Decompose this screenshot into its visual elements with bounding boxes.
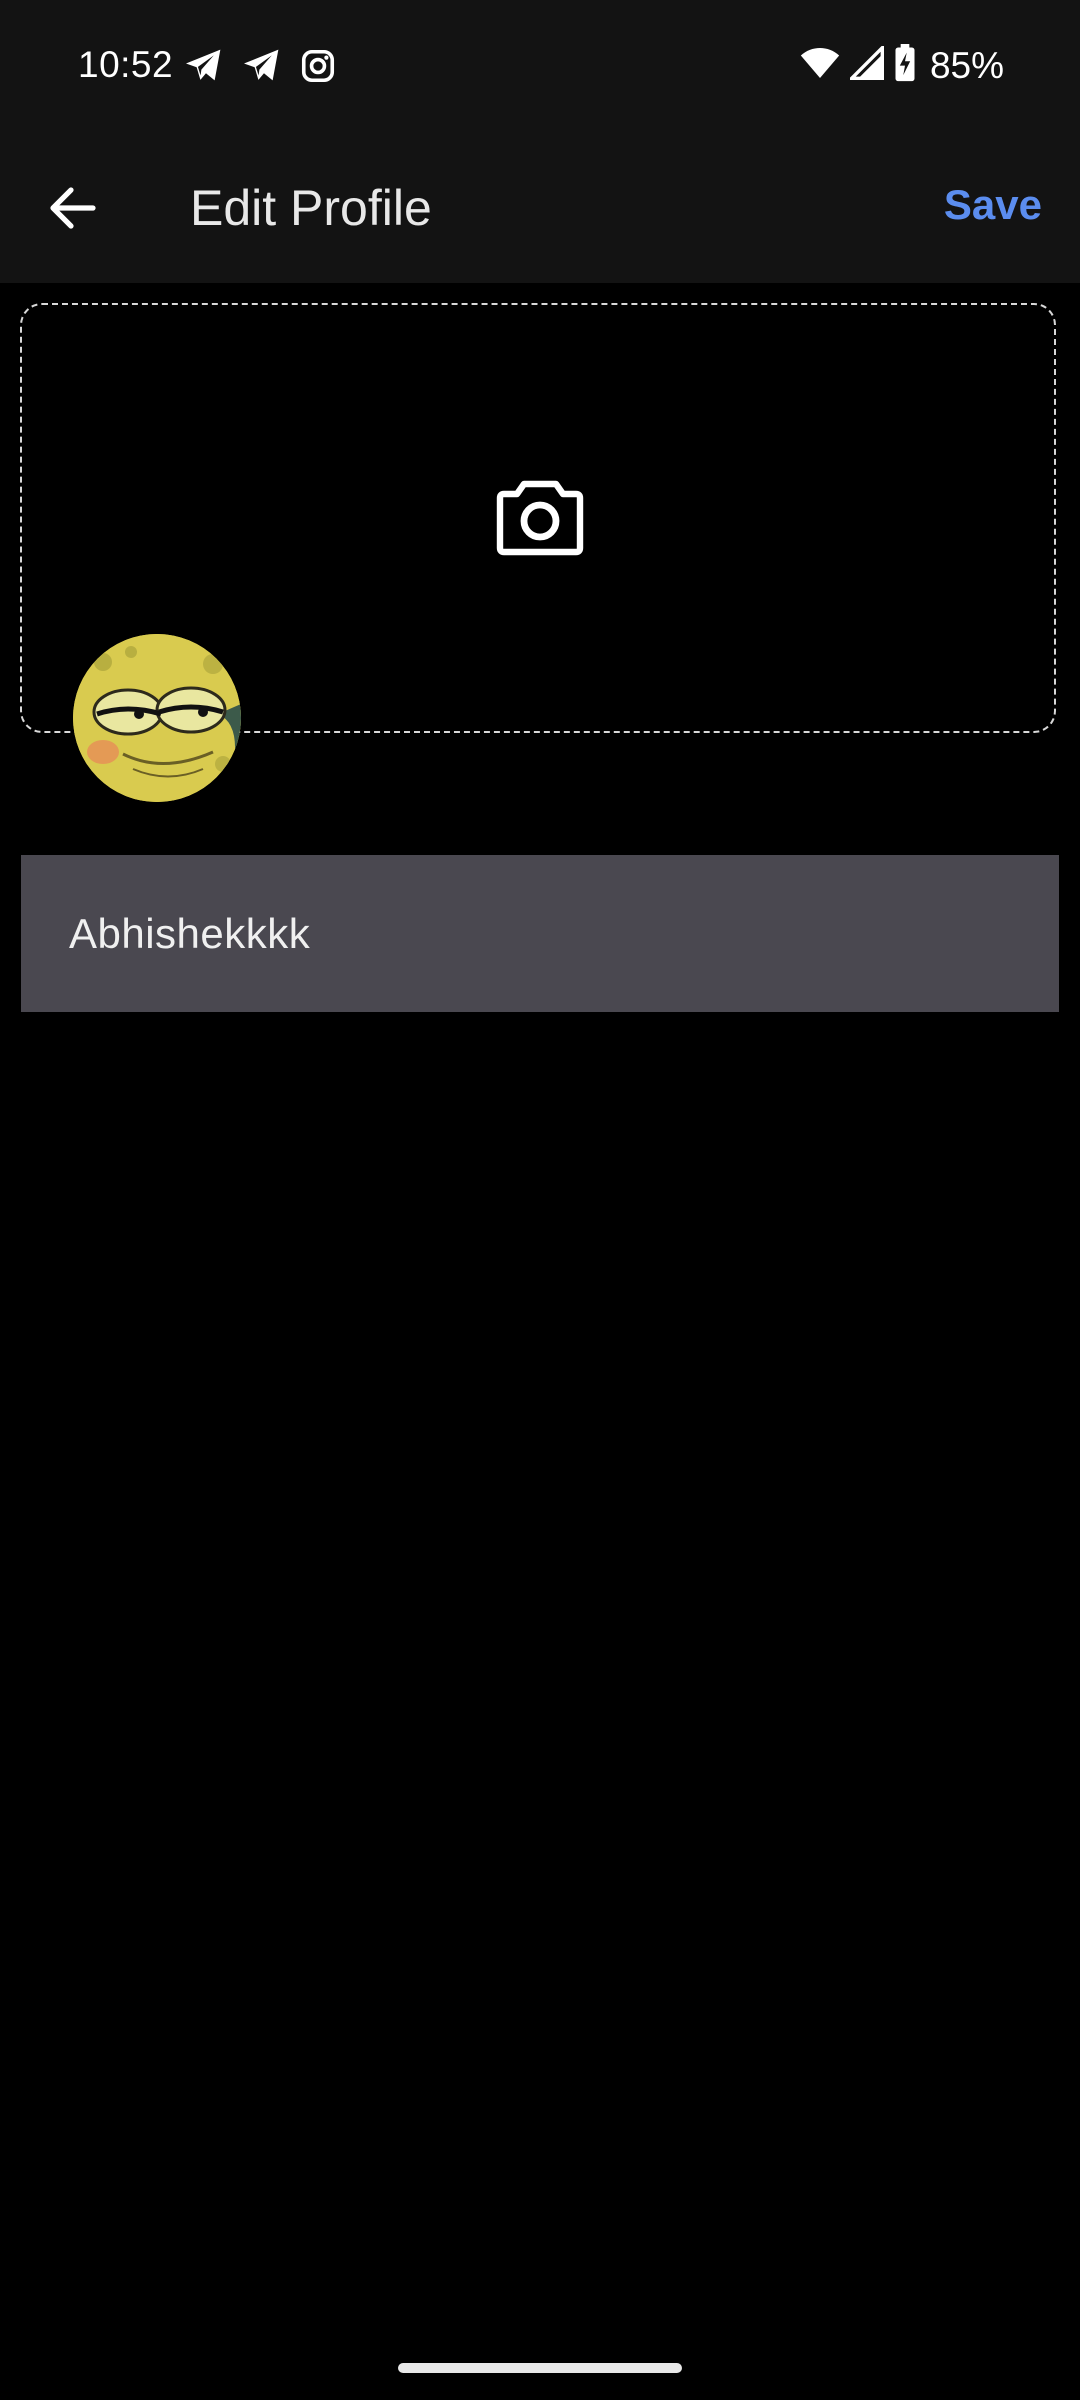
signal-icon <box>847 43 884 85</box>
edit-profile-screen: 10:52 85% Edit Profile Save Abhishekkkk <box>0 0 1080 2400</box>
telegram-icon <box>184 48 224 84</box>
notification-icons <box>184 48 336 84</box>
status-bar: 10:52 85% <box>0 0 1080 135</box>
battery-percentage: 85% <box>929 44 1004 86</box>
app-bar: Edit Profile Save <box>0 135 1080 283</box>
home-indicator[interactable] <box>398 2363 682 2373</box>
name-field[interactable] <box>21 855 1059 1012</box>
page-title: Edit Profile <box>190 180 432 236</box>
name-input[interactable] <box>69 909 1009 958</box>
system-status: 85% <box>800 43 1004 87</box>
camera-icon[interactable] <box>496 476 584 556</box>
wifi-icon <box>800 46 840 85</box>
arrow-left-icon <box>49 186 97 235</box>
save-button[interactable]: Save <box>944 181 1042 229</box>
telegram-icon <box>242 48 282 84</box>
avatar[interactable] <box>73 634 241 802</box>
instagram-icon <box>300 48 336 84</box>
battery-charging-icon <box>894 44 916 87</box>
back-button[interactable] <box>38 175 108 245</box>
status-time: 10:52 <box>78 44 174 85</box>
